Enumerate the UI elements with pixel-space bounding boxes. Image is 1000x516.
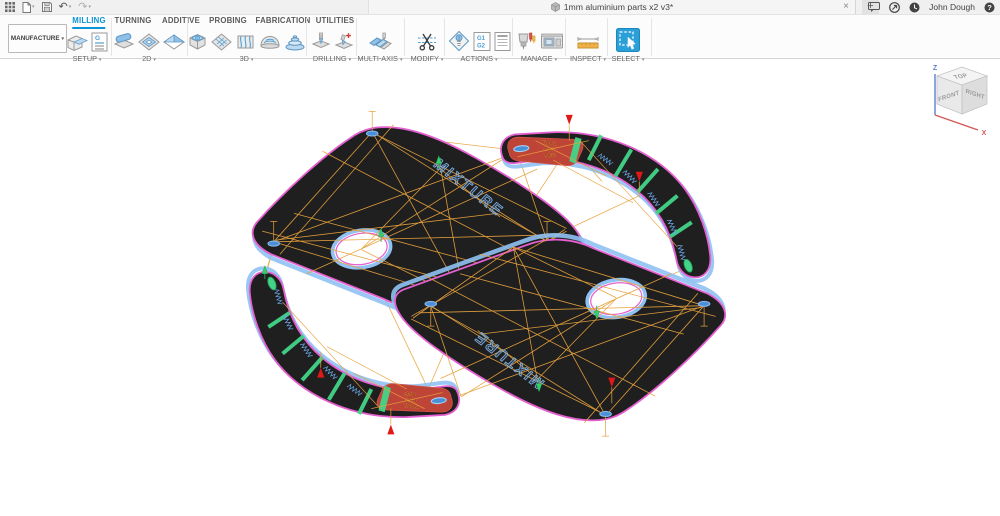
svg-text:G2: G2 <box>477 44 486 50</box>
tab-additive[interactable]: ADDITIVE <box>162 16 200 27</box>
2d-pocket-icon[interactable] <box>138 32 160 52</box>
tool-library-icon[interactable] <box>515 30 537 52</box>
document-close-button[interactable]: × <box>840 0 852 14</box>
x-axis-line <box>935 115 978 130</box>
tab-utilities[interactable]: UTILITIES <box>316 16 355 27</box>
thread-icon[interactable] <box>334 31 354 52</box>
group-modify: MODIFY ▾ <box>406 27 448 63</box>
parallel-icon[interactable] <box>235 32 256 52</box>
notifications-icon[interactable] <box>909 2 920 13</box>
trim-icon[interactable] <box>416 31 438 52</box>
user-name[interactable]: John Dough <box>929 2 975 12</box>
svg-text:?: ? <box>987 3 992 12</box>
setup-sheet-icon[interactable] <box>494 31 511 52</box>
group-label-multi-axis[interactable]: MULTI-AXIS ▾ <box>358 54 403 63</box>
scallop-icon[interactable] <box>259 32 281 52</box>
group-drilling: DRILLING ▾ <box>308 27 356 63</box>
svg-text:G1: G1 <box>477 36 486 42</box>
group-label-modify[interactable]: MODIFY ▾ <box>411 54 444 63</box>
document-cube-icon <box>551 2 560 12</box>
viewport-canvas[interactable]: MIXTURE TOOL CUT OFF <box>0 59 1000 516</box>
group-2d: 2D ▾ <box>113 27 185 63</box>
group-3d: 3D ▾ <box>189 27 304 63</box>
group-label-setup[interactable]: SETUP ▾ <box>73 54 102 63</box>
ribbon-toolbar: MANUFACTURE ▾ MILLING TURNING ADDITIVE P… <box>0 15 1000 59</box>
multi-axis-icon[interactable] <box>368 31 392 52</box>
document-title: 1mm aluminium parts x2 v3* <box>564 2 674 12</box>
document-tab[interactable]: 1mm aluminium parts x2 v3* × <box>368 0 856 14</box>
group-label-select[interactable]: SELECT ▾ <box>612 54 645 63</box>
group-select: SELECT ▾ <box>608 27 648 63</box>
redo-icon: ↷ <box>78 2 87 12</box>
group-label-drilling[interactable]: DRILLING ▾ <box>313 54 351 63</box>
setup-icon[interactable] <box>66 32 88 52</box>
titlebar: ▾ ↶ ▾ ↷ ▾ 1mm aluminium parts x2 v3* × +… <box>0 0 1000 15</box>
machine-library-icon[interactable] <box>540 31 564 52</box>
app-menu-icon[interactable] <box>5 2 15 12</box>
redo-button[interactable]: ↷ ▾ <box>78 2 91 12</box>
group-actions: G1G2 ACTIONS ▾ <box>446 27 512 63</box>
quick-access-toolbar: ▾ ↶ ▾ ↷ ▾ <box>5 0 91 14</box>
3d-adaptive-icon[interactable] <box>187 32 208 52</box>
x-axis-label: X <box>982 130 987 137</box>
group-label-3d[interactable]: 3D ▾ <box>240 54 254 63</box>
file-menu-caret-icon: ▾ <box>32 4 35 10</box>
tab-turning[interactable]: TURNING <box>115 16 152 27</box>
svg-text:G: G <box>95 35 100 42</box>
2d-adaptive-icon[interactable] <box>113 32 135 52</box>
z-axis-label: Z <box>933 65 938 72</box>
measure-icon[interactable] <box>576 32 600 52</box>
nc-code-icon[interactable]: G1G2 <box>473 31 491 52</box>
file-menu-button[interactable]: ▾ <box>22 2 35 13</box>
workspace-switcher-button[interactable]: MANUFACTURE ▾ <box>8 24 67 53</box>
3d-pocket-icon[interactable] <box>211 32 232 52</box>
group-setup: G SETUP ▾ <box>63 27 111 63</box>
group-label-inspect[interactable]: INSPECT ▾ <box>570 54 606 63</box>
tab-fabrication[interactable]: FABRICATION <box>256 16 311 27</box>
tab-probing[interactable]: PROBING <box>209 16 247 27</box>
undo-icon: ↶ <box>59 2 68 12</box>
face-icon[interactable] <box>163 32 185 52</box>
save-button[interactable] <box>42 2 52 12</box>
nc-program-icon[interactable]: G <box>91 32 108 52</box>
job-status-icon[interactable] <box>889 2 900 13</box>
drill-icon[interactable] <box>311 31 331 52</box>
post-process-icon[interactable] <box>448 30 470 52</box>
undo-button[interactable]: ↶ ▾ <box>59 2 72 12</box>
titlebar-right-icons: John Dough ? <box>868 0 995 14</box>
comments-icon[interactable] <box>868 2 880 12</box>
workspace-switcher-label: MANUFACTURE <box>11 35 60 42</box>
cam-scene[interactable]: MIXTURE TOOL CUT OFF <box>0 59 1000 516</box>
group-manage: MANAGE ▾ <box>514 27 564 63</box>
redo-caret-icon[interactable]: ▾ <box>88 4 91 10</box>
spiral-icon[interactable] <box>284 32 306 52</box>
group-label-actions[interactable]: ACTIONS ▾ <box>461 54 498 63</box>
undo-caret-icon[interactable]: ▾ <box>69 4 72 10</box>
group-label-manage[interactable]: MANAGE ▾ <box>521 54 557 63</box>
view-cube[interactable]: Z X TOP FRONT RIGHT <box>928 62 994 138</box>
help-icon[interactable]: ? <box>984 2 995 13</box>
group-multi-axis: MULTI-AXIS ▾ <box>357 27 403 63</box>
select-icon[interactable] <box>616 28 640 52</box>
group-label-2d[interactable]: 2D ▾ <box>142 54 156 63</box>
group-inspect: INSPECT ▾ <box>567 27 609 63</box>
